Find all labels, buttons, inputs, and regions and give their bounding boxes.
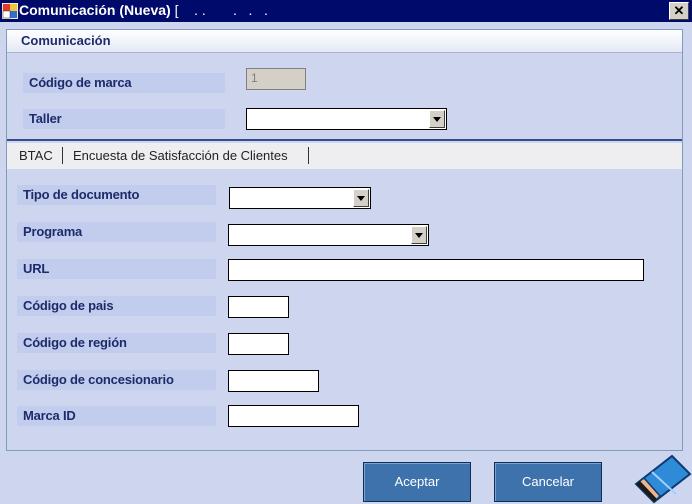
section-divider [7, 139, 682, 141]
taller-label: Taller [23, 109, 225, 129]
codigo-pais-label: Código de pais [17, 296, 216, 316]
tab-separator [62, 147, 63, 164]
codigo-region-label: Código de región [17, 333, 216, 353]
marca-id-label: Marca ID [17, 406, 216, 426]
codigo-concesionario-input[interactable] [228, 370, 319, 392]
codigo-marca-label: Código de marca [23, 73, 225, 93]
dialog-window: Comunicación (Nueva) [ . . . . . ✕ Comun… [0, 0, 692, 504]
url-input[interactable] [228, 259, 644, 281]
chevron-down-icon[interactable] [429, 110, 445, 128]
marca-id-input[interactable] [228, 405, 359, 427]
window-title: Comunicación (Nueva) [ . . . . . [19, 2, 272, 18]
codigo-region-input[interactable] [228, 333, 289, 355]
app-icon [2, 3, 18, 19]
chevron-down-icon[interactable] [411, 226, 427, 244]
taller-dropdown[interactable] [246, 108, 447, 130]
tipo-documento-dropdown[interactable] [229, 187, 371, 209]
programa-dropdown[interactable] [228, 224, 429, 246]
tab-strip: BTAC Encuesta de Satisfacción de Cliente… [7, 143, 682, 169]
close-icon: ✕ [673, 3, 685, 18]
tipo-documento-label: Tipo de documento [17, 185, 216, 205]
comunicacion-panel: Comunicación Código de marca 1 Taller BT… [6, 29, 683, 451]
chevron-down-icon[interactable] [353, 189, 369, 207]
cancelar-button[interactable]: Cancelar [494, 462, 602, 502]
panel-header: Comunicación [7, 30, 682, 53]
close-button[interactable]: ✕ [669, 2, 689, 20]
programa-label: Programa [17, 222, 216, 242]
tab-btac[interactable]: BTAC [19, 148, 53, 163]
codigo-concesionario-label: Código de concesionario [17, 370, 216, 390]
aceptar-button[interactable]: Aceptar [363, 462, 471, 502]
tab-separator [308, 147, 309, 164]
pencil-icon [634, 454, 692, 504]
codigo-pais-input[interactable] [228, 296, 289, 318]
codigo-marca-field: 1 [246, 68, 306, 90]
tab-encuesta[interactable]: Encuesta de Satisfacción de Clientes [73, 148, 288, 163]
panel-title: Comunicación [21, 33, 111, 48]
title-bar[interactable]: Comunicación (Nueva) [ . . . . . ✕ [0, 0, 692, 22]
url-label: URL [17, 259, 216, 279]
